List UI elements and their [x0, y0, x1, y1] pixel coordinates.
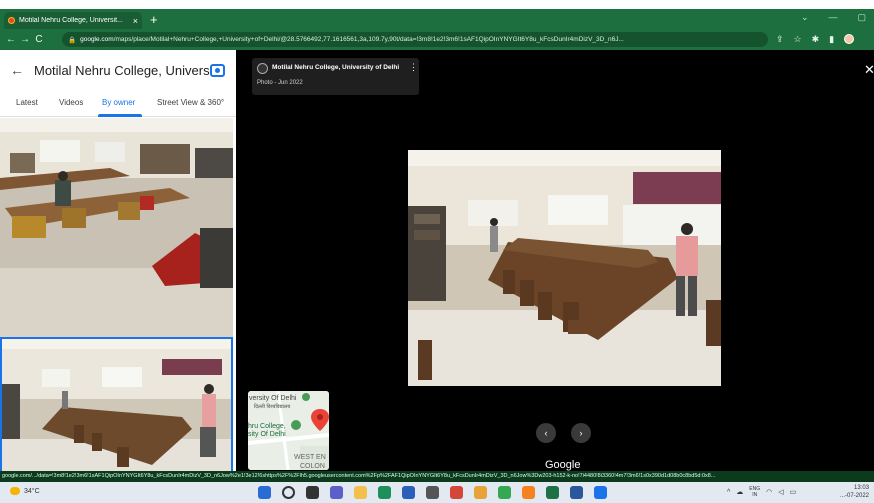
browser-tab[interactable]: Motilal Nehru College, Universit... ×: [4, 12, 142, 29]
date: ...-07-2022: [840, 493, 870, 499]
next-photo-button[interactable]: ›: [571, 423, 591, 443]
app-icon[interactable]: [426, 486, 439, 499]
start-icon[interactable]: [258, 486, 271, 499]
gmail-icon[interactable]: [450, 486, 463, 499]
excel-icon[interactable]: [546, 486, 559, 499]
word-icon[interactable]: [570, 486, 583, 499]
system-tray: ^ ☁ ENG IN ◠ ◁ ▭: [727, 486, 796, 498]
active-tab-underline: [98, 114, 142, 117]
store-icon[interactable]: [402, 486, 415, 499]
photo-thumbnail[interactable]: [0, 118, 233, 337]
window-controls: ⌄ — ▢: [801, 12, 866, 23]
taskbar-apps: [258, 486, 607, 499]
tab-street-view[interactable]: Street View & 360°: [157, 98, 224, 107]
photo-category-tabs: Latest Videos By owner Street View & 360…: [0, 90, 236, 117]
tab-by-owner[interactable]: By owner: [102, 98, 135, 107]
previous-photo-button[interactable]: ‹: [536, 423, 556, 443]
google-maps-favicon-icon: [8, 17, 15, 24]
file-explorer-icon[interactable]: [354, 486, 367, 499]
minimize-button[interactable]: —: [828, 12, 837, 23]
minimap-label: WEST EN: [294, 454, 326, 461]
onedrive-icon[interactable]: ☁: [736, 488, 743, 496]
close-icon[interactable]: ✕: [864, 62, 874, 78]
new-tab-button[interactable]: +: [150, 12, 158, 27]
toolbar-icons: ⇪ ☆ ✱ ▮: [776, 34, 855, 45]
app-icon[interactable]: [522, 486, 535, 499]
url-host: google.com: [80, 36, 114, 43]
clock[interactable]: 13:03 ...-07-2022: [840, 484, 869, 500]
edge-icon[interactable]: [378, 486, 391, 499]
wifi-icon[interactable]: ◠: [766, 488, 772, 496]
minimap-label: COLON: [300, 463, 325, 470]
owner-info-card: Motilal Nehru College, University of Del…: [252, 58, 419, 95]
link-status-bar: google.com/.../data=!3m8!1e2!3m6!1sAF1Qi…: [0, 471, 874, 482]
share-icon[interactable]: ⇪: [776, 34, 784, 45]
back-arrow-icon[interactable]: ←: [0, 62, 34, 78]
chevron-up-icon[interactable]: ^: [727, 489, 730, 496]
owner-name[interactable]: Motilal Nehru College, University of Del…: [272, 64, 399, 71]
main-photo[interactable]: [408, 150, 721, 386]
browser-toolbar: ← → C 🔒 google.com /maps/place/Motilal+N…: [0, 29, 874, 50]
more-options-icon[interactable]: ⋮: [409, 62, 418, 73]
search-icon[interactable]: [282, 486, 295, 499]
volume-icon[interactable]: ◁: [778, 488, 783, 496]
url-path: /maps/place/Motilal+Nehru+College,+Unive…: [113, 36, 624, 43]
tab-search-icon[interactable]: ⌄: [801, 12, 809, 23]
location-minimap[interactable]: versity Of Delhi दिल्ली विश्वविद्यालय hr…: [248, 391, 329, 470]
minimap-label: versity Of Delhi: [249, 395, 297, 402]
photos-sidebar: ← Motilal Nehru College, University ... …: [0, 50, 236, 503]
weather-widget[interactable]: 34°C: [10, 487, 40, 495]
tab-videos[interactable]: Videos: [59, 98, 83, 107]
top-white-strip: [0, 0, 874, 9]
bookmark-star-icon[interactable]: ☆: [794, 34, 802, 45]
google-attribution: Google: [545, 459, 581, 471]
tab-close-icon[interactable]: ×: [133, 16, 138, 26]
weather-icon: [10, 487, 20, 495]
app-icon[interactable]: [474, 486, 487, 499]
minimap-label: hru College,: [248, 423, 286, 430]
photo-viewer: Motilal Nehru College, University of Del…: [236, 50, 874, 471]
task-view-icon[interactable]: [306, 486, 319, 499]
language-indicator[interactable]: ENG IN: [749, 486, 760, 498]
address-bar[interactable]: 🔒 google.com /maps/place/Motilal+Nehru+C…: [62, 32, 768, 47]
tab-title: Motilal Nehru College, Universit...: [19, 17, 123, 24]
back-arrow-icon[interactable]: ←: [4, 34, 18, 45]
forward-arrow-icon[interactable]: →: [18, 34, 32, 45]
lock-icon: 🔒: [68, 36, 77, 44]
profile-avatar[interactable]: [844, 34, 855, 44]
place-title: Motilal Nehru College, University ...: [34, 62, 210, 78]
time: 13:03: [854, 485, 870, 491]
maximize-button[interactable]: ▢: [857, 12, 866, 23]
app-icon[interactable]: [594, 486, 607, 499]
photo-upload-icon[interactable]: [210, 63, 225, 77]
windows-taskbar: 34°C ^ ☁ ENG IN ◠ ◁ ▭ 13:03 ...-07-2022: [0, 482, 874, 503]
tab-latest[interactable]: Latest: [16, 98, 38, 107]
sidebar-header: ← Motilal Nehru College, University ...: [0, 50, 236, 90]
photo-date: Photo - Jun 2022: [257, 80, 303, 86]
chrome-icon[interactable]: [498, 486, 511, 499]
owner-avatar[interactable]: [257, 63, 268, 74]
temperature: 34°C: [24, 487, 40, 495]
extensions-icon[interactable]: ✱: [812, 34, 820, 45]
reload-icon[interactable]: C: [32, 34, 46, 45]
minimap-label: दिल्ली विश्वविद्यालय: [254, 403, 290, 410]
sidebar-icon[interactable]: ▮: [829, 34, 834, 45]
chat-icon[interactable]: [330, 486, 343, 499]
minimap-label: sity Of Delhi: [248, 431, 286, 438]
battery-icon[interactable]: ▭: [790, 488, 797, 496]
browser-tab-bar: Motilal Nehru College, Universit... × + …: [0, 9, 874, 29]
